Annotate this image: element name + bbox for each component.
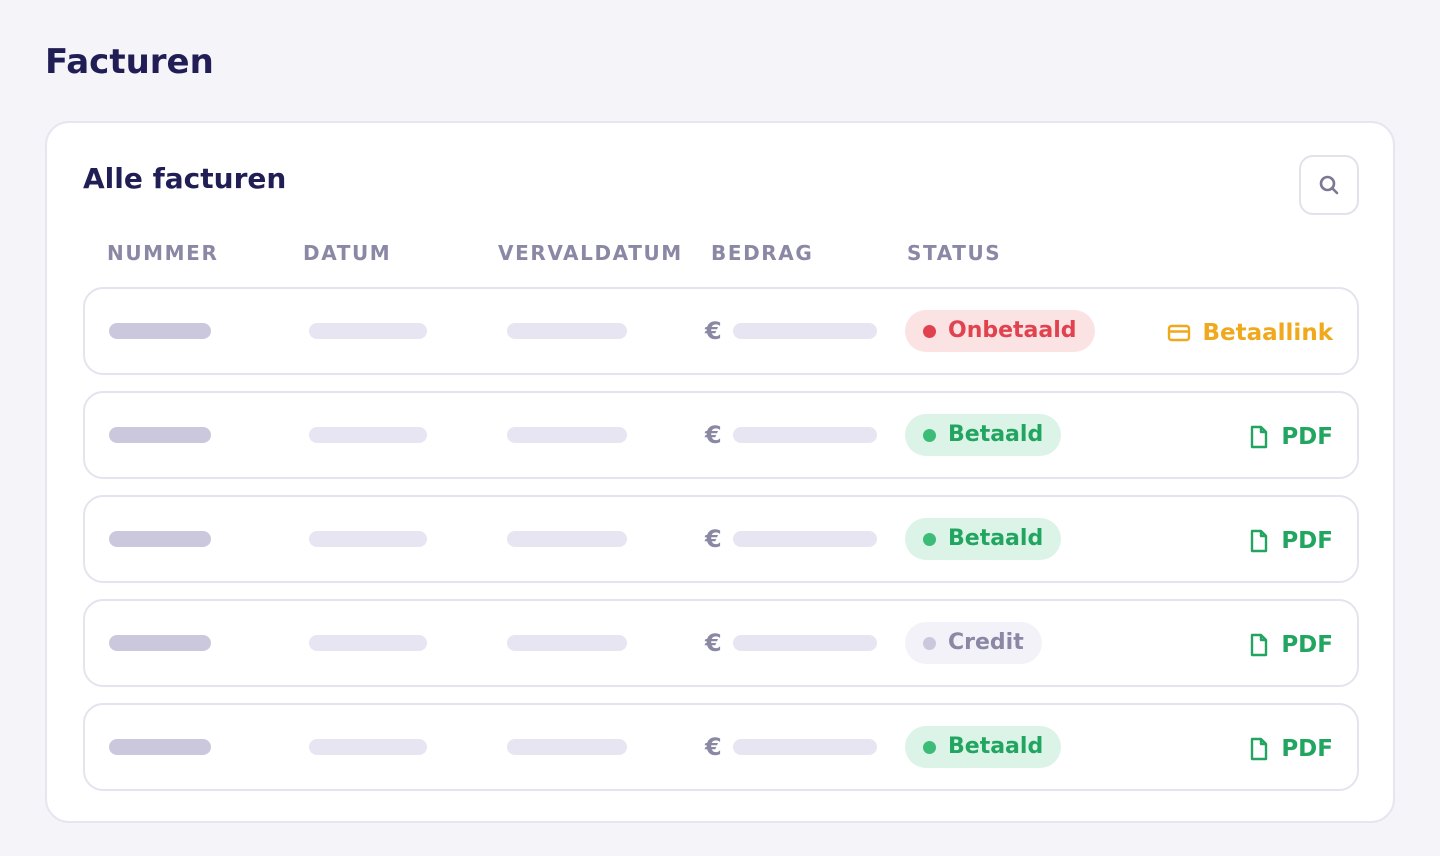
pdf-download-button[interactable]: PDF xyxy=(1249,729,1333,769)
status-badge: Credit xyxy=(905,622,1042,664)
status-label: Onbetaald xyxy=(948,318,1077,343)
pdf-label: PDF xyxy=(1281,736,1333,762)
currency-symbol: € xyxy=(705,629,722,657)
pdf-download-button[interactable]: PDF xyxy=(1249,417,1333,457)
table-row[interactable]: € Betaald PDF xyxy=(83,391,1359,479)
amount-placeholder xyxy=(733,739,877,755)
payment-link-button[interactable]: Betaallink xyxy=(1167,313,1334,353)
pdf-download-button[interactable]: PDF xyxy=(1249,521,1333,561)
invoice-number-placeholder xyxy=(109,427,211,443)
status-dot xyxy=(923,740,936,754)
invoices-card: Alle facturen NUMMER DATUM VERVALDATUM B… xyxy=(45,121,1395,823)
amount-placeholder xyxy=(733,531,877,547)
currency-symbol: € xyxy=(705,317,722,345)
currency-symbol: € xyxy=(705,733,722,761)
status-dot xyxy=(923,324,936,338)
invoice-date-placeholder xyxy=(309,531,427,547)
amount-placeholder xyxy=(733,427,877,443)
table-row[interactable]: € Betaald PDF xyxy=(83,703,1359,791)
credit-card-icon xyxy=(1167,323,1191,343)
pdf-label: PDF xyxy=(1281,528,1333,554)
due-date-placeholder xyxy=(507,531,627,547)
invoice-number-placeholder xyxy=(109,531,211,547)
invoice-date-placeholder xyxy=(309,323,427,339)
invoice-number-placeholder xyxy=(109,739,211,755)
pdf-label: PDF xyxy=(1281,424,1333,450)
due-date-placeholder xyxy=(507,635,627,651)
status-badge: Onbetaald xyxy=(905,310,1095,352)
column-header-status[interactable]: STATUS xyxy=(907,241,1001,265)
status-label: Betaald xyxy=(948,734,1044,759)
invoice-date-placeholder xyxy=(309,635,427,651)
column-header-nummer[interactable]: NUMMER xyxy=(107,241,218,265)
payment-link-label: Betaallink xyxy=(1202,320,1334,346)
table-row[interactable]: € Onbetaald Betaallink xyxy=(83,287,1359,375)
table-row[interactable]: € Betaald PDF xyxy=(83,495,1359,583)
search-icon xyxy=(1317,173,1341,197)
invoice-number-placeholder xyxy=(109,323,211,339)
card-title: Alle facturen xyxy=(83,162,287,195)
column-header-datum[interactable]: DATUM xyxy=(303,241,391,265)
status-badge: Betaald xyxy=(905,414,1062,456)
status-dot xyxy=(923,532,936,546)
currency-symbol: € xyxy=(705,421,722,449)
invoice-date-placeholder xyxy=(309,427,427,443)
file-icon xyxy=(1249,529,1269,553)
amount-placeholder xyxy=(733,323,877,339)
file-icon xyxy=(1249,633,1269,657)
file-icon xyxy=(1249,737,1269,761)
status-label: Credit xyxy=(948,630,1024,655)
status-badge: Betaald xyxy=(905,726,1062,768)
status-label: Betaald xyxy=(948,526,1044,551)
due-date-placeholder xyxy=(507,427,627,443)
amount-placeholder xyxy=(733,635,877,651)
status-dot xyxy=(923,428,936,442)
invoice-date-placeholder xyxy=(309,739,427,755)
status-label: Betaald xyxy=(948,422,1044,447)
column-header-bedrag[interactable]: BEDRAG xyxy=(711,241,813,265)
status-dot xyxy=(923,636,936,650)
pdf-label: PDF xyxy=(1281,632,1333,658)
file-icon xyxy=(1249,425,1269,449)
table-row[interactable]: € Credit PDF xyxy=(83,599,1359,687)
status-badge: Betaald xyxy=(905,518,1062,560)
column-header-vervaldatum[interactable]: VERVALDATUM xyxy=(498,241,683,265)
search-button[interactable] xyxy=(1299,155,1359,215)
due-date-placeholder xyxy=(507,323,627,339)
due-date-placeholder xyxy=(507,739,627,755)
invoice-number-placeholder xyxy=(109,635,211,651)
currency-symbol: € xyxy=(705,525,722,553)
page-title: Facturen xyxy=(45,42,214,82)
pdf-download-button[interactable]: PDF xyxy=(1249,625,1333,665)
